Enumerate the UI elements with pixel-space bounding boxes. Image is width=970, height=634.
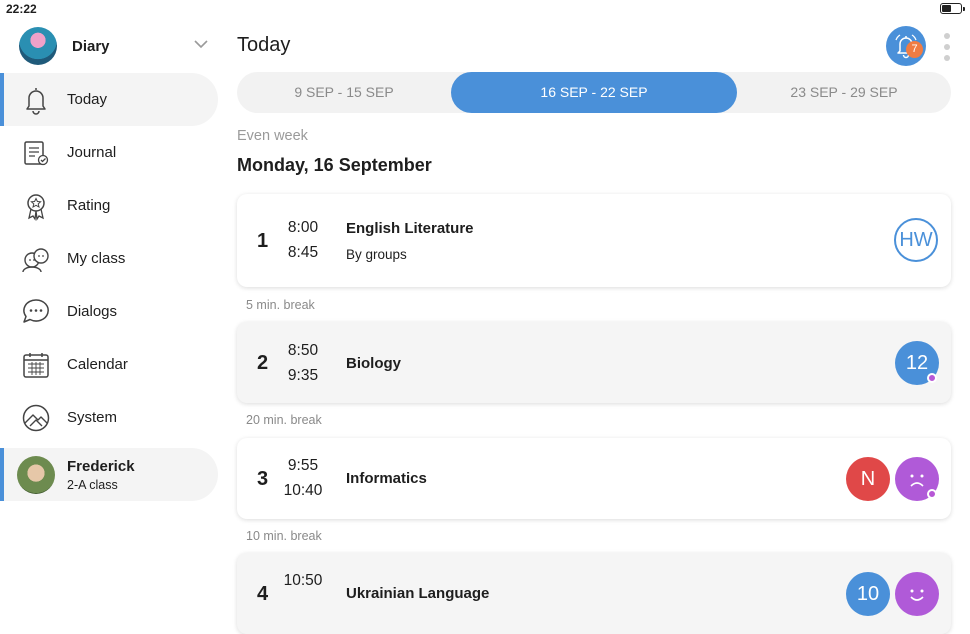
sidebar-item-my-class[interactable]: My class	[0, 232, 218, 285]
lesson-number: 4	[257, 583, 269, 605]
user-class: 2-A class	[67, 478, 118, 492]
bell-icon	[26, 88, 46, 115]
lesson-card[interactable]: 4 10:50 Ukrainian Language 10	[237, 553, 951, 634]
lesson-number: 3	[257, 468, 269, 490]
more-dot-icon	[944, 55, 950, 61]
homework-badge[interactable]: HW	[894, 218, 938, 262]
break-label: 5 min. break	[246, 298, 315, 312]
diary-avatar	[19, 27, 57, 65]
classmates-icon	[22, 248, 49, 273]
sidebar-item-label: Today	[67, 91, 108, 108]
sidebar-item-system[interactable]: System	[0, 391, 218, 444]
week-tab[interactable]: 9 SEP - 15 SEP	[237, 72, 451, 113]
diary-title: Diary	[72, 38, 110, 55]
lesson-start-time: 8:50	[287, 342, 319, 359]
sidebar-item-label: Journal	[67, 144, 117, 161]
more-menu-button[interactable]	[940, 31, 954, 63]
sidebar-item-rating[interactable]: Rating	[0, 179, 218, 232]
system-icon	[22, 404, 50, 432]
chevron-down-icon[interactable]	[193, 38, 209, 50]
journal-icon	[24, 141, 49, 166]
lesson-subject: Informatics	[346, 470, 427, 487]
lesson-card[interactable]: 3 9:55 10:40 Informatics N	[237, 438, 951, 519]
break-label: 20 min. break	[246, 413, 322, 427]
week-tab-active[interactable]: 16 SEP - 22 SEP	[451, 72, 737, 113]
sidebar-item-calendar[interactable]: Calendar	[0, 338, 218, 391]
absence-badge[interactable]: N	[846, 457, 890, 501]
lesson-subject: English Literature	[346, 220, 474, 237]
sidebar-item-dialogs[interactable]: Dialogs	[0, 285, 218, 338]
more-dot-icon	[944, 33, 950, 39]
more-dot-icon	[944, 44, 950, 50]
week-parity-label: Even week	[237, 128, 308, 144]
calendar-icon	[23, 353, 49, 378]
day-heading: Monday, 16 September	[237, 155, 432, 175]
lesson-card[interactable]: 2 8:50 9:35 Biology 12	[237, 322, 951, 403]
sidebar-item-label: Rating	[67, 197, 111, 214]
lesson-card[interactable]: 1 8:00 8:45 English Literature By groups…	[237, 194, 951, 287]
lesson-start-time: 10:50	[283, 572, 323, 589]
status-time: 22:22	[6, 2, 37, 16]
lesson-end-time: 8:45	[287, 244, 319, 261]
lesson-subject: Ukrainian Language	[346, 585, 490, 602]
lesson-number: 1	[257, 230, 269, 252]
break-label: 10 min. break	[246, 529, 322, 543]
sidebar-item-today[interactable]: Today	[0, 73, 218, 126]
happy-mood-icon[interactable]	[895, 572, 939, 616]
lesson-subject: Biology	[346, 355, 401, 372]
chat-bubble-icon	[23, 299, 49, 323]
comment-dot-indicator	[927, 489, 937, 499]
sidebar-item-label: System	[67, 409, 118, 426]
lesson-start-time: 9:55	[287, 457, 319, 474]
user-avatar	[17, 456, 55, 494]
sidebar-user-profile[interactable]: Frederick 2-A class	[0, 448, 218, 501]
lesson-end-time: 9:35	[287, 367, 319, 384]
status-bar: 22:22	[0, 0, 970, 18]
lesson-start-time: 8:00	[287, 219, 319, 236]
sidebar-item-label: My class	[67, 250, 126, 267]
lesson-note: By groups	[346, 247, 407, 262]
lesson-end-time: 10:40	[283, 482, 323, 499]
sidebar-item-label: Dialogs	[67, 303, 118, 320]
lesson-number: 2	[257, 352, 269, 374]
grade-badge[interactable]: 10	[846, 572, 890, 616]
diary-switcher[interactable]: Diary	[0, 18, 225, 74]
page-title: Today	[237, 34, 291, 56]
battery-icon	[940, 3, 965, 14]
comment-dot-indicator	[927, 373, 937, 383]
award-ribbon-icon	[27, 194, 45, 221]
sidebar-item-journal[interactable]: Journal	[0, 126, 218, 179]
sidebar-item-label: Calendar	[67, 356, 128, 373]
notification-count-badge: 7	[906, 41, 923, 58]
sidebar: Diary Today Journal Rating My class Dial…	[0, 18, 225, 600]
week-tab[interactable]: 23 SEP - 29 SEP	[737, 72, 951, 113]
week-selector: 9 SEP - 15 SEP 16 SEP - 22 SEP 23 SEP - …	[237, 72, 951, 113]
user-name: Frederick	[67, 458, 135, 475]
